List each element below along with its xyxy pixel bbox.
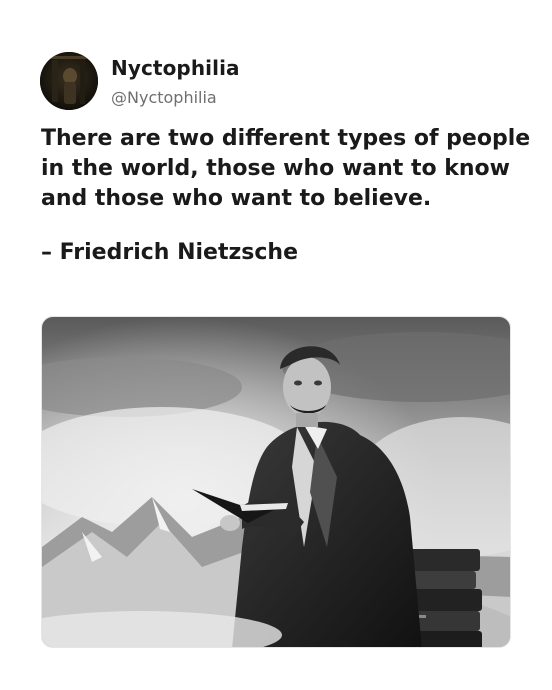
post-card: Nyctophilia @Nyctophilia There are two d…: [0, 0, 552, 690]
quote-attribution: – Friedrich Nietzsche: [41, 240, 299, 265]
quote-line: and those who want to believe.: [41, 186, 432, 211]
portrait-illustration: [42, 317, 510, 647]
avatar-image: [40, 52, 98, 110]
display-name[interactable]: Nyctophilia: [111, 56, 240, 80]
avatar[interactable]: [40, 52, 98, 110]
quote-line: There are two different types of people: [41, 126, 531, 151]
post-image[interactable]: [41, 316, 511, 648]
quote-line: in the world, those who want to know: [41, 156, 510, 181]
post-header: Nyctophilia @Nyctophilia: [40, 52, 500, 112]
user-handle[interactable]: @Nyctophilia: [111, 88, 217, 107]
post-text: There are two different types of people …: [41, 124, 531, 214]
